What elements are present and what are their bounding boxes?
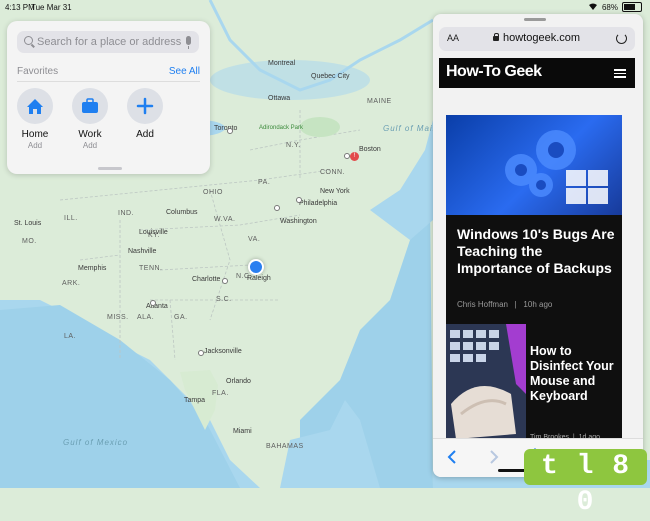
favorite-label: Work — [78, 129, 102, 140]
map-city-dot — [198, 350, 204, 356]
map-city-label: Nashville — [128, 248, 157, 255]
map-water-label: Gulf of Mexico — [63, 438, 129, 447]
map-state-label: PA. — [258, 179, 271, 186]
see-all-link[interactable]: See All — [169, 66, 200, 77]
map-city-label: Columbus — [166, 209, 198, 216]
map-city-label: Memphis — [78, 265, 107, 272]
map-park-label: Adirondack Park — [259, 125, 304, 131]
map-state-label: MISS. — [107, 314, 129, 321]
site-logo[interactable]: How-To Geek — [446, 63, 542, 81]
map-state-label: GA. — [174, 314, 188, 321]
map-state-label: N.Y. — [286, 142, 301, 149]
article-card[interactable]: How to Disinfect Your Mouse and Keyboard… — [446, 324, 622, 444]
map-state-label: S.C. — [216, 296, 232, 303]
lock-icon — [493, 33, 499, 41]
map-city-dot — [227, 128, 233, 134]
map-city-dot — [296, 197, 302, 203]
map-city-label: Philadelphia — [299, 200, 338, 207]
site-header: How-To Geek — [439, 58, 635, 88]
url-domain[interactable]: howtogeek.com — [503, 32, 580, 44]
map-city-label: Boston — [359, 146, 381, 153]
search-input[interactable]: Search for a place or address — [17, 31, 199, 53]
map-city-label: Louisville — [139, 229, 168, 236]
slide-over-grabber[interactable] — [524, 18, 546, 21]
map-city-label: Toronto — [214, 125, 238, 132]
microphone-icon[interactable] — [186, 36, 191, 49]
status-bar: 4:13 PM Tue Mar 31 68% — [0, 0, 650, 14]
safari-slide-over: AA howtogeek.com How-To Geek Windows 10'… — [433, 14, 643, 477]
hamburger-menu-icon[interactable] — [614, 69, 626, 78]
map-city-label: Miami — [233, 428, 252, 435]
house-icon — [17, 88, 53, 124]
battery-percent: 68% — [601, 2, 618, 12]
map-city-label: St. Louis — [14, 220, 42, 227]
map-city-dot — [150, 300, 156, 306]
map-state-label: TENN. — [139, 265, 163, 272]
battery-icon — [622, 2, 642, 12]
map-state-label: IND. — [118, 210, 134, 217]
article-meta: Chris Hoffman | 10h ago — [457, 300, 552, 309]
article-image — [446, 115, 622, 215]
search-placeholder: Search for a place or address — [37, 36, 182, 48]
map-city-dot — [222, 278, 228, 284]
map-city-label: Orlando — [226, 378, 251, 385]
back-chevron-icon[interactable] — [443, 447, 463, 467]
map-state-label: ARK. — [62, 280, 81, 287]
favorite-sub: Add — [27, 141, 43, 150]
favorite-work[interactable]: Work Add — [69, 88, 111, 150]
favorite-home[interactable]: Home Add — [14, 88, 56, 150]
reload-icon[interactable] — [616, 33, 627, 44]
favorite-label: Add — [136, 129, 154, 140]
map-state-label: VA. — [248, 236, 261, 243]
map-pin-icon[interactable]: ! — [350, 152, 359, 161]
search-icon — [24, 36, 33, 45]
map-city-label: Tampa — [184, 397, 206, 404]
map-state-label: W.VA. — [214, 216, 236, 223]
map-state-label: ILL. — [64, 215, 78, 222]
map-city-label: Ottawa — [268, 95, 291, 102]
briefcase-icon — [72, 88, 108, 124]
map-country-label: BAHAMAS — [266, 443, 304, 450]
current-location-icon[interactable] — [248, 259, 264, 275]
watermark-logo: t l 8 0 — [524, 449, 647, 518]
plus-icon — [127, 88, 163, 124]
maps-search-panel: Search for a place or address Favorites … — [7, 21, 210, 174]
map-state-label: MAINE — [367, 98, 392, 105]
address-bar[interactable]: AA howtogeek.com — [439, 27, 635, 51]
article-title[interactable]: How to Disinfect Your Mouse and Keyboard — [530, 344, 618, 404]
map-city-label: Washington — [280, 218, 317, 225]
map-state-label: LA. — [64, 333, 77, 340]
forward-chevron-icon[interactable] — [483, 447, 503, 467]
article-time: 10h ago — [523, 300, 553, 309]
article-image — [446, 324, 526, 444]
status-date: Tue Mar 31 — [31, 3, 72, 12]
map-state-label: CONN. — [320, 169, 346, 176]
divider — [17, 81, 200, 82]
favorites-title: Favorites — [17, 66, 59, 77]
article-author: Chris Hoffman — [457, 300, 508, 309]
map-city-label: Raleigh — [247, 275, 271, 282]
map-city-label: Charlotte — [192, 276, 221, 283]
meta-separator: | — [510, 300, 522, 309]
favorite-add[interactable]: Add — [124, 88, 166, 140]
reader-text-size-button[interactable]: AA — [447, 33, 459, 43]
favorite-label: Home — [21, 129, 49, 140]
map-state-label: ALA. — [137, 314, 155, 321]
map-state-label: FLA. — [212, 390, 229, 397]
map-city-label: New York — [320, 188, 350, 195]
favorite-sub: Add — [82, 141, 98, 150]
map-city-dot — [274, 205, 280, 211]
map-city-label: Quebec City — [311, 73, 350, 80]
map-city-label: Montreal — [268, 60, 296, 67]
map-city-label: Jacksonville — [204, 348, 242, 355]
panel-grabber[interactable] — [98, 167, 122, 170]
map-state-label: MO. — [22, 238, 37, 245]
article-title[interactable]: Windows 10's Bugs Are Teaching the Impor… — [457, 226, 617, 277]
wifi-icon — [588, 2, 598, 12]
map-state-label: OHIO — [203, 189, 223, 196]
status-right: 68% — [588, 2, 642, 12]
article-card[interactable]: Windows 10's Bugs Are Teaching the Impor… — [446, 115, 622, 324]
